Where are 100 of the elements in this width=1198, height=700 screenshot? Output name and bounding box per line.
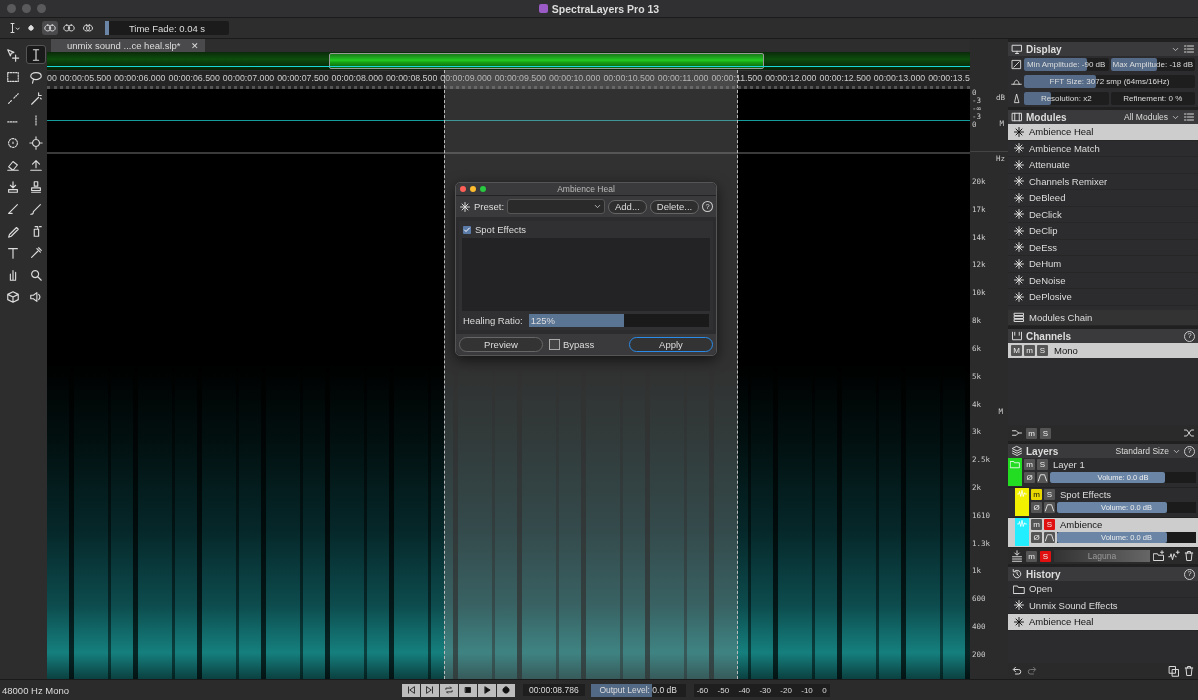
stack-icon — [1013, 311, 1025, 324]
checkbox-label: Spot Effects — [475, 224, 527, 235]
loop-icon[interactable] — [440, 683, 458, 697]
display-slider[interactable]: Min Amplitude: -90 dB — [1024, 58, 1109, 71]
module-item[interactable]: DePlosive — [1008, 289, 1198, 306]
module-item[interactable]: DeBleed — [1008, 190, 1198, 207]
history-item[interactable]: Ambience Heal — [1008, 614, 1198, 631]
trash-icon[interactable] — [1183, 550, 1195, 562]
audio-format-label: 48000 Hz Mono — [1, 684, 71, 696]
channel-toggle[interactable]: M — [1011, 345, 1022, 356]
record-icon[interactable] — [497, 683, 515, 697]
text-cursor-icon[interactable] — [26, 45, 46, 64]
module-item[interactable]: Channels Remixer — [1008, 173, 1198, 190]
menu-icon[interactable] — [1183, 43, 1195, 55]
channel-toggle[interactable]: m — [1026, 427, 1037, 439]
modules-chain-item[interactable]: Modules Chain — [1008, 309, 1198, 326]
route-arrow-icon[interactable] — [1011, 427, 1023, 439]
sparkle-icon — [1013, 241, 1025, 254]
envelope-icon[interactable] — [1044, 502, 1055, 513]
minimize-button[interactable] — [470, 186, 476, 192]
output-level-slider[interactable]: Output Level: 0.0 dB — [590, 683, 686, 697]
window-title: SpectraLayers Pro 13 — [551, 2, 660, 15]
module-item[interactable]: DeNoise — [1008, 272, 1198, 289]
menu-icon[interactable] — [1183, 111, 1195, 123]
time-label: 00:00:07.500 — [277, 73, 329, 83]
bypass-toggle[interactable] — [549, 339, 560, 350]
checkbox[interactable] — [463, 225, 471, 234]
burst-icon[interactable] — [26, 133, 46, 152]
solo-toggle[interactable]: S — [1037, 459, 1048, 470]
meter-label: -30 — [759, 685, 771, 695]
stack-down-icon[interactable] — [1011, 550, 1023, 562]
display-slider[interactable]: Resolution: x2 — [1024, 92, 1109, 105]
mute-toggle[interactable]: m — [1026, 550, 1037, 562]
dialog-title: Ambience Heal — [556, 184, 616, 194]
phase-toggle[interactable]: Ø — [1024, 472, 1035, 483]
copy-icon[interactable] — [1168, 665, 1180, 677]
module-item[interactable]: DeHum — [1008, 256, 1198, 273]
undo-icon[interactable] — [1011, 665, 1023, 677]
app-logo-icon — [538, 4, 548, 13]
sparkle-icon — [1013, 208, 1025, 221]
channel-toggle[interactable]: S — [1037, 345, 1048, 356]
document-tab[interactable]: unmix sound ...ce heal.slp* ✕ — [51, 39, 205, 52]
solo-toggle[interactable]: S — [1040, 550, 1051, 562]
new-wave-icon[interactable] — [1168, 550, 1180, 562]
value-field[interactable]: Refinement: 0 % — [1110, 92, 1195, 105]
two-circles-icon[interactable] — [42, 21, 58, 35]
apply-button[interactable]: Apply — [629, 337, 713, 352]
channel-toggle[interactable]: m — [1024, 345, 1035, 356]
close-button[interactable] — [460, 186, 466, 192]
bypass-label: Bypass — [563, 339, 595, 350]
envelope-icon[interactable] — [1037, 472, 1048, 483]
delete-preset-button[interactable]: Delete... — [649, 199, 700, 214]
envelope-icon[interactable] — [1044, 532, 1055, 543]
mute-toggle[interactable]: m — [1031, 519, 1042, 530]
shuffle-icon[interactable] — [1183, 427, 1195, 439]
resolution-icon — [1011, 93, 1022, 104]
time-display: 00:00:08.786 — [523, 684, 585, 696]
mute-toggle[interactable]: m — [1024, 459, 1035, 470]
module-item[interactable]: DeClick — [1008, 206, 1198, 223]
solo-toggle[interactable]: S — [1044, 519, 1055, 530]
skip-forward-icon[interactable] — [421, 683, 439, 697]
healing-ratio-slider[interactable]: 125% — [528, 314, 709, 327]
time-label: 00:00:13.000 — [873, 73, 926, 83]
history-item[interactable]: Open — [1008, 581, 1198, 598]
overview-drawing[interactable] — [47, 52, 970, 71]
module-item[interactable]: DeClip — [1008, 223, 1198, 240]
time-label: 00:00:09.000 — [440, 73, 492, 83]
module-item[interactable]: Attenuate — [1008, 157, 1198, 174]
module-item[interactable]: Ambience Match — [1008, 140, 1198, 157]
text-cursor-dropdown-icon[interactable] — [8, 22, 20, 34]
time-ruler[interactable] — [47, 71, 970, 89]
sparkle-icon — [1013, 125, 1025, 138]
trash-icon[interactable] — [1183, 665, 1195, 677]
half-circles-icon[interactable] — [61, 21, 77, 35]
zoom-button[interactable] — [480, 186, 486, 192]
solo-toggle[interactable]: S — [1044, 489, 1055, 500]
phase-toggle[interactable]: Ø — [1031, 532, 1042, 543]
meter-label: -20 — [780, 685, 792, 695]
sparkle-icon — [1013, 158, 1025, 171]
sparkle-icon — [1013, 599, 1025, 612]
new-folder-icon[interactable] — [1153, 550, 1165, 562]
module-item[interactable]: DeEss — [1008, 239, 1198, 256]
add-preset-button[interactable]: Add... — [608, 199, 647, 214]
stop-icon[interactable] — [459, 683, 477, 697]
preview-button[interactable]: Preview — [459, 337, 543, 352]
channel-row[interactable]: M m S Mono — [1008, 343, 1198, 358]
size-dropdown[interactable]: Standard Size — [1115, 446, 1169, 456]
overlap-circles-icon[interactable] — [80, 21, 96, 35]
phase-toggle[interactable]: Ø — [1031, 502, 1042, 513]
layer-name: Layer 1 — [1053, 459, 1085, 470]
module-item[interactable]: Ambience Heal — [1008, 124, 1198, 141]
module-filter-dropdown[interactable]: All Modules — [1124, 112, 1168, 122]
time-fade-slider[interactable]: Time Fade: 0.04 s — [105, 21, 229, 35]
play-icon[interactable] — [478, 683, 496, 697]
time-label: 00:00:07.000 — [222, 73, 275, 83]
mute-toggle[interactable]: m — [1031, 489, 1042, 500]
display-header[interactable]: Display — [1008, 42, 1198, 56]
channel-toggle[interactable]: S — [1040, 427, 1051, 439]
skip-back-icon[interactable] — [402, 683, 420, 697]
amplitude-icon — [1011, 59, 1022, 70]
